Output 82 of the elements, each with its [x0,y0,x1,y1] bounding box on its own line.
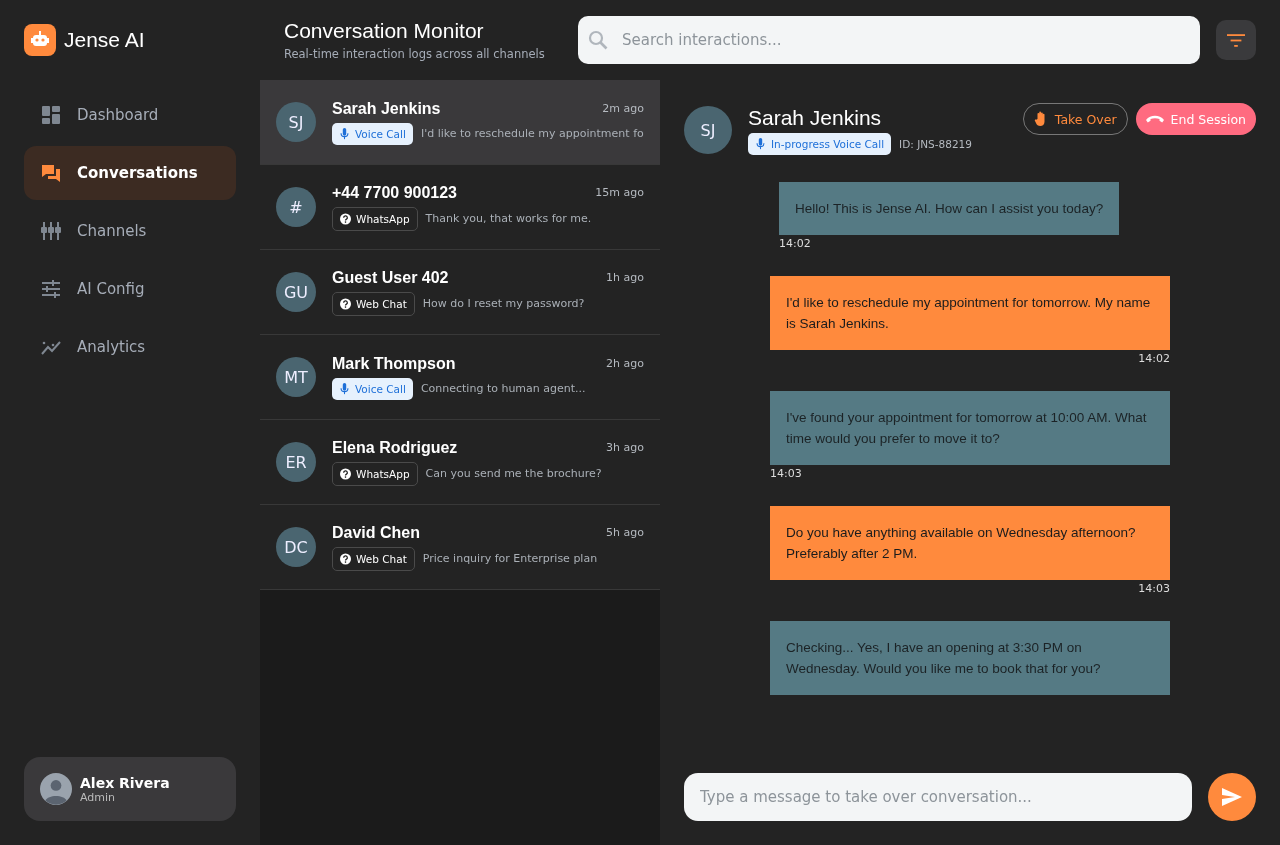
sliders-icon [41,279,61,299]
conversation-item[interactable]: DC David Chen 5h ago Web Chat Price inquiry for Enterprise plan [260,505,660,590]
microphone-icon [755,137,766,150]
avatar-initials: # [276,187,316,227]
contact-name: David Chen [332,523,420,542]
search-icon [588,30,608,50]
microphone-icon [339,382,350,395]
avatar-initials: GU [276,272,316,312]
search-field[interactable]: Search interactions... [578,16,1200,64]
robot-logo-icon [24,24,56,56]
chat-bubbles-icon [41,163,61,183]
message-preview: How do I reset my password? [422,297,585,310]
nav-item[interactable]: Conversations [24,146,236,200]
hand-icon [1033,111,1048,127]
time-ago: 5h ago [606,526,644,539]
message-input[interactable]: Type a message to take over conversation... [684,773,1192,821]
contact-name: +44 7700 900123 [332,183,457,202]
time-ago: 2h ago [606,357,644,370]
question-circle-icon [340,552,351,565]
user-card[interactable]: Alex Rivera Admin [24,757,236,821]
contact-name: Elena Rodriguez [332,438,458,457]
avatar-initials: MT [276,357,316,397]
message-preview: Thank you, that works for me. [425,212,592,225]
channel-tag: Web Chat [332,546,415,571]
channel-tag: Voice Call [332,377,413,400]
filter-icon [1227,33,1245,47]
nav-item[interactable]: AI Config [24,262,236,316]
channel-tag: Web Chat [332,291,415,316]
question-circle-icon [340,467,351,480]
page-title: Conversation Monitor [284,19,485,43]
time-ago: 15m ago [595,186,644,199]
message-preview: Can you send me the brochure? [425,467,602,480]
channels-icon [41,221,61,241]
contact-name: Mark Thompson [332,354,456,373]
avatar-initials: SJ [276,102,316,142]
nav-item[interactable]: Channels [24,204,236,258]
time-ago: 3h ago [606,441,644,454]
question-circle-icon [340,297,351,310]
message-time: 14:02 [1138,352,1170,365]
message-time: 14:03 [1138,582,1170,595]
conversation-item[interactable]: # +44 7700 900123 15m ago WhatsApp Thank you, that works for me. [260,165,660,250]
message-time: 14:02 [779,237,811,250]
avatar-initials: SJ [684,106,732,154]
contact-name: Guest User 402 [332,268,449,287]
channel-tag: WhatsApp [332,206,418,231]
microphone-icon [339,127,350,140]
dashboard-icon [41,105,61,125]
channel-tag: WhatsApp [332,461,418,486]
conversation-item[interactable]: ER Elena Rodriguez 3h ago WhatsApp Can you send me the brochure? [260,420,660,505]
session-id: ID: JNS-88219 [899,137,972,150]
send-button[interactable] [1208,773,1256,821]
conversation-item[interactable]: MT Mark Thompson 2h ago Voice Call Connecting to human agent... [260,335,660,420]
time-ago: 2m ago [602,102,644,115]
conversation-item[interactable]: GU Guest User 402 1h ago Web Chat How do I reset my password? [260,250,660,335]
message-preview: I'd like to reschedule my appointment fo [420,127,644,140]
ai-message-bubble: Checking... Yes, I have an opening at 3:30 PM on Wednesday. Would you like me to book that for you? [770,621,1170,695]
filter-button[interactable] [1216,20,1256,60]
avatar-initials: ER [276,442,316,482]
nav-item[interactable]: Dashboard [24,88,236,142]
contact-name: Sarah Jenkins [332,99,441,118]
message-time: 14:03 [770,467,802,480]
conversation-item[interactable]: SJ Sarah Jenkins 2m ago Voice Call I'd like to reschedule my appointment fo [260,80,660,165]
message-preview: Connecting to human agent... [420,382,586,395]
page-subtitle: Real-time interaction logs across all channels [284,47,546,61]
ai-message-bubble: Hello! This is Jense AI. How can I assist you today? [779,182,1120,235]
avatar-silhouette [40,773,72,805]
channel-tag: Voice Call [332,122,413,145]
time-ago: 1h ago [606,271,644,284]
user-message-bubble: I'd like to reschedule my appointment for tomorrow. My name is Sarah Jenkins. [770,276,1170,350]
brand-name: Jense AI [64,28,145,52]
user-role: Admin [80,790,117,804]
question-circle-icon [340,212,351,225]
channel-tag: In-progress Voice Call [748,132,892,155]
avatar-initials: DC [276,527,316,567]
contact-name: Sarah Jenkins [748,105,883,130]
user-name: Alex Rivera [80,774,170,791]
send-icon [1222,788,1242,806]
nav-item[interactable]: Analytics [24,320,236,374]
ai-message-bubble: I've found your appointment for tomorrow at 10:00 AM. What time would you prefer to move it to? [770,391,1170,465]
message-preview: Price inquiry for Enterprise plan [422,552,598,565]
user-message-bubble: Do you have anything available on Wednesday afternoon? Preferably after 2 PM. [770,506,1170,580]
hang-up-phone-icon [1145,115,1164,123]
